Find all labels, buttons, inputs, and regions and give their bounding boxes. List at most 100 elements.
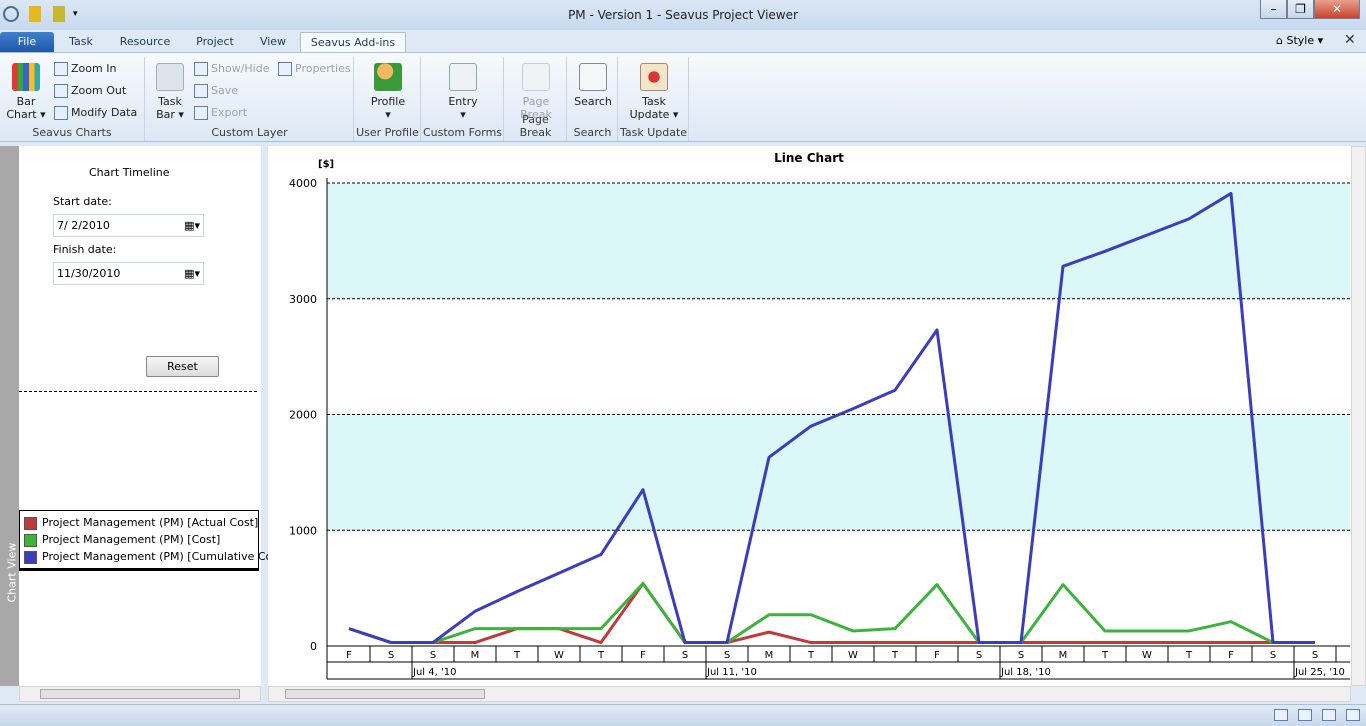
- zoom-in-label: Zoom In: [71, 62, 117, 75]
- scrollbar-thumb[interactable]: [285, 689, 485, 699]
- profile-label: Profile: [370, 95, 406, 108]
- tab-resource[interactable]: Resource: [110, 32, 180, 53]
- scrollbar-thumb[interactable]: [40, 689, 240, 699]
- team-planner-icon[interactable]: [1322, 709, 1336, 721]
- window-title: PM - Version 1 - Seavus Project Viewer: [568, 8, 798, 22]
- legend-swatch: [24, 550, 37, 564]
- day-label: W: [1142, 650, 1152, 661]
- timeline-title: Chart Timeline: [89, 166, 170, 179]
- legend-swatch: [24, 533, 37, 547]
- day-label: F: [934, 650, 940, 661]
- day-label: S: [1312, 650, 1318, 661]
- day-label: S: [976, 650, 982, 661]
- save-layer-button[interactable]: Save: [194, 81, 238, 101]
- task-update-button[interactable]: Task Update ▾: [623, 63, 685, 121]
- chart-horizontal-scrollbar[interactable]: [268, 686, 1351, 702]
- finish-date-label: Finish date:: [53, 243, 117, 256]
- task-bar-label: Task Bar: [156, 95, 182, 121]
- vertical-scrollbar[interactable]: [1351, 146, 1366, 686]
- calendar-dropdown-icon[interactable]: ▦▾: [184, 215, 200, 236]
- day-label: F: [346, 650, 352, 661]
- day-label: F: [1228, 650, 1234, 661]
- group-label: Seavus Charts: [32, 126, 112, 139]
- group-seavus-charts: Bar Chart ▾ Zoom In Zoom Out Modify Data…: [0, 57, 145, 141]
- day-label: T: [597, 650, 605, 661]
- day-label: T: [891, 650, 899, 661]
- day-label: W: [848, 650, 858, 661]
- week-label: Jul 4, '10: [412, 667, 456, 678]
- series-line-0: [348, 581, 1315, 645]
- entry-button[interactable]: Entry ▾: [438, 63, 488, 121]
- legend-item: Project Management (PM) [Actual Cost]: [24, 515, 258, 530]
- chart-pane: Line Chart [$] 0 1000 2000 3000 4000 F S S M T W T F S S…: [268, 146, 1351, 686]
- search-button[interactable]: Search: [570, 63, 616, 108]
- legend-label: Project Management (PM) [Actual Cost]: [42, 516, 259, 529]
- day-label: S: [1270, 650, 1276, 661]
- day-label: W: [554, 650, 564, 661]
- profile-button[interactable]: Profile ▾: [363, 63, 413, 121]
- ribbon: Bar Chart ▾ Zoom In Zoom Out Modify Data…: [0, 52, 1366, 142]
- shaded-band: [327, 183, 1350, 299]
- modify-data-label: Modify Data: [71, 106, 138, 119]
- task-bar-button[interactable]: Task Bar ▾: [150, 63, 190, 121]
- day-label: T: [807, 650, 815, 661]
- y-tick-label: 4000: [289, 177, 317, 190]
- zoom-in-button[interactable]: Zoom In: [54, 59, 116, 79]
- week-label: Jul 11, '10: [706, 667, 757, 678]
- maximize-button[interactable]: ❐: [1287, 0, 1314, 19]
- close-ribbon-icon[interactable]: ✕: [1344, 32, 1356, 48]
- show-hide-button[interactable]: Show/Hide: [194, 59, 269, 79]
- zoom-in-icon: [54, 62, 68, 76]
- group-user-profile: Profile ▾ User Profile: [355, 57, 421, 141]
- style-menu[interactable]: ⌂ Style ▾: [1276, 34, 1323, 47]
- group-search: Search Search: [568, 57, 618, 141]
- page-break-icon: [522, 63, 550, 91]
- week-label: Jul 18, '10: [1000, 667, 1051, 678]
- y-tick-label: 3000: [289, 293, 317, 306]
- title-bar: ▾ PM - Version 1 - Seavus Project Viewer…: [0, 0, 1366, 30]
- legend-label: Project Management (PM) [Cost]: [42, 533, 221, 546]
- minimize-button[interactable]: –: [1260, 0, 1287, 19]
- resource-sheet-icon[interactable]: [1346, 709, 1360, 721]
- export-button[interactable]: Export: [194, 103, 247, 123]
- group-task-update: Task Update ▾ Task Update: [619, 57, 689, 141]
- legend-item: Project Management (PM) [Cost]: [24, 532, 220, 547]
- task-bar-icon: [156, 63, 184, 91]
- show-hide-label: Show/Hide: [211, 62, 270, 75]
- calendar-dropdown-icon[interactable]: ▦▾: [184, 263, 200, 284]
- view-bar-label: Chart View: [5, 542, 19, 603]
- save-label: Save: [211, 84, 239, 97]
- left-horizontal-scrollbar[interactable]: [19, 686, 261, 702]
- task-usage-icon[interactable]: [1298, 709, 1312, 721]
- day-label: S: [724, 650, 730, 661]
- y-tick-label: 1000: [289, 524, 317, 537]
- entry-label: Entry: [448, 95, 478, 108]
- tab-file[interactable]: File: [0, 32, 54, 53]
- start-date-label: Start date:: [53, 195, 112, 208]
- reset-button[interactable]: Reset: [146, 356, 219, 377]
- status-bar: [0, 704, 1366, 726]
- tab-project[interactable]: Project: [186, 32, 244, 53]
- tab-task[interactable]: Task: [58, 32, 104, 53]
- day-label: T: [1101, 650, 1109, 661]
- properties-label: Properties: [295, 62, 351, 75]
- bar-chart-button[interactable]: Bar Chart ▾: [6, 63, 46, 121]
- day-label: T: [513, 650, 521, 661]
- tab-view[interactable]: View: [250, 32, 296, 53]
- view-bar[interactable]: Chart View: [0, 146, 19, 686]
- finish-date-picker[interactable]: 11/30/2010 ▦▾: [53, 262, 204, 285]
- legend-swatch: [24, 516, 37, 530]
- modify-data-button[interactable]: Modify Data: [54, 103, 137, 123]
- start-date-picker[interactable]: 7/ 2/2010 ▦▾: [53, 214, 204, 237]
- modify-data-icon: [54, 106, 68, 120]
- chart-title: Line Chart: [774, 151, 844, 165]
- close-button[interactable]: ✕: [1314, 0, 1360, 19]
- shaded-band: [327, 414, 1350, 531]
- finish-date-value: 11/30/2010: [57, 267, 121, 280]
- tab-seavus-add-ins[interactable]: Seavus Add-ins: [300, 32, 406, 53]
- gantt-view-icon[interactable]: [1274, 709, 1288, 721]
- show-hide-icon: [194, 62, 208, 76]
- zoom-out-button[interactable]: Zoom Out: [54, 81, 126, 101]
- entry-form-icon: [449, 63, 477, 91]
- properties-button[interactable]: Properties: [278, 59, 351, 79]
